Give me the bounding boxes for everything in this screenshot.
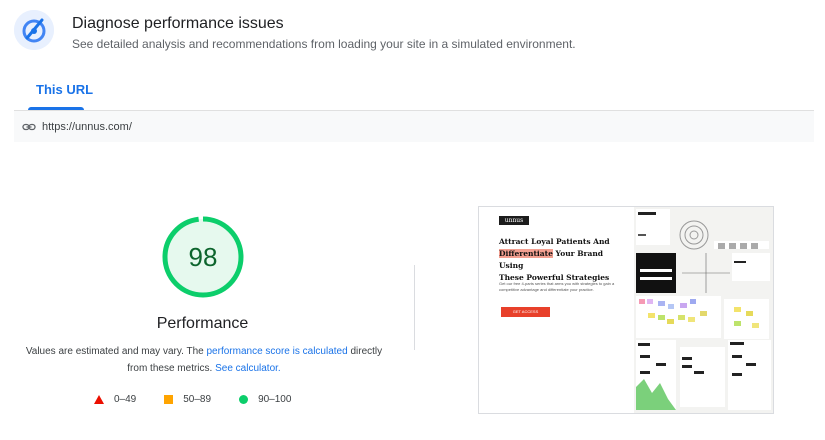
performance-score-link[interactable]: performance score is calculated: [207, 346, 348, 357]
url-text[interactable]: https://unnus.com/: [42, 121, 132, 133]
vertical-divider: [414, 265, 415, 350]
see-calculator-link[interactable]: See calculator.: [215, 363, 281, 374]
note-text: Values are estimated and may vary. The: [25, 346, 207, 357]
headline-line-2: Differentiate Your Brand Using: [499, 248, 629, 272]
legend-range-pass: 90–100: [258, 394, 292, 405]
circle-icon: [239, 395, 249, 404]
performance-label: Performance: [156, 315, 249, 332]
page-screenshot: unnus Attract Loyal Patients And Differe…: [478, 206, 774, 414]
square-icon: [164, 395, 174, 404]
legend-item-average: 50–89: [164, 394, 211, 405]
legend-item-fail: 0–49: [94, 394, 136, 405]
section-subtitle: See detailed analysis and recommendation…: [72, 37, 576, 51]
headline-line-1: Attract Loyal Patients And: [499, 237, 610, 246]
legend-range-average: 50–89: [183, 394, 212, 405]
link-icon: [22, 123, 36, 130]
triangle-icon: [94, 395, 104, 404]
url-bar: https://unnus.com/: [14, 111, 814, 142]
screenshot-cta: GET ACCESS: [501, 307, 550, 317]
performance-score: 98: [188, 242, 218, 272]
legend-range-fail: 0–49: [114, 394, 137, 405]
collage-graphic: [634, 207, 773, 413]
headline-highlight: Differentiate: [499, 249, 553, 258]
legend-item-pass: 90–100: [239, 394, 291, 405]
screenshot-hero: unnus Attract Loyal Patients And Differe…: [479, 207, 634, 413]
score-note: Values are estimated and may vary. The p…: [24, 343, 384, 377]
tab-this-url[interactable]: This URL: [36, 82, 93, 97]
score-legend: 0–49 50–89 90–100: [94, 394, 319, 405]
screenshot-collage: [634, 207, 773, 413]
speedometer-icon: [14, 10, 54, 50]
screenshot-logo: unnus: [499, 216, 529, 225]
screenshot-headline: Attract Loyal Patients And Differentiate…: [499, 236, 629, 284]
screenshot-body: Get our free 4-parts series that arms yo…: [499, 281, 615, 292]
header: Diagnose performance issues See detailed…: [14, 10, 576, 52]
section-title: Diagnose performance issues: [72, 15, 284, 32]
